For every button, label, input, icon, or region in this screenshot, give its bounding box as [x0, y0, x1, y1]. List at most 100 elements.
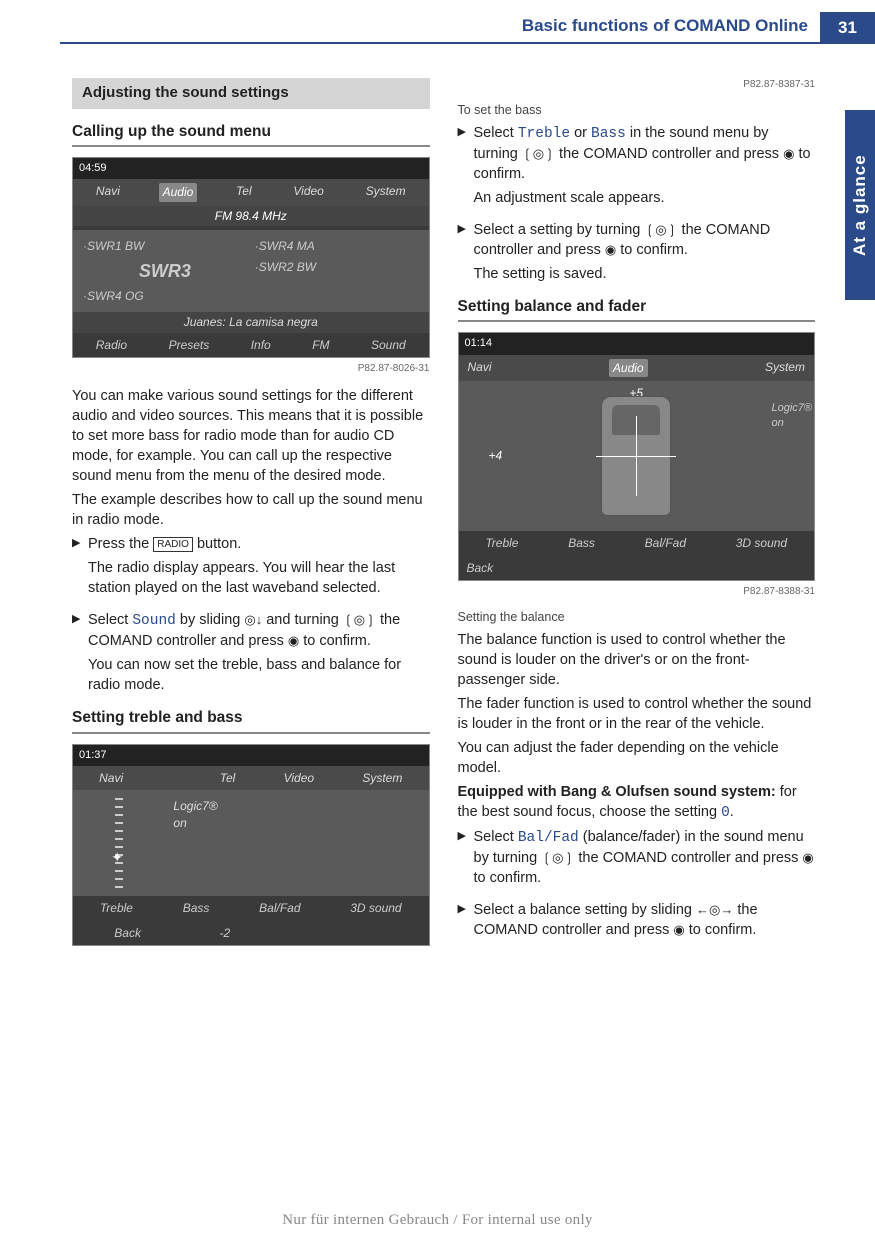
- ss1-time: 04:59: [73, 158, 429, 179]
- step-marker-icon: ▶: [72, 610, 88, 699]
- section-heading: Adjusting the sound settings: [72, 78, 430, 109]
- ss3-b-3d: 3D sound: [736, 535, 787, 552]
- ss1-b-fm: FM: [312, 337, 329, 354]
- para-2: The example describes how to call up the…: [72, 490, 430, 530]
- ss2-right: Logic7® on: [165, 790, 428, 896]
- ss3-menu: Navi Audio System: [459, 355, 815, 382]
- bass-label: Bass: [591, 126, 626, 142]
- para6-bold: Equipped with Bang & Olufsen sound syste…: [458, 784, 776, 800]
- zero-label: 0: [721, 805, 730, 821]
- step-marker-icon: ▶: [458, 900, 474, 944]
- header-title: Basic functions of COMAND Online: [60, 12, 820, 44]
- ss1-st-3: ·SWR2 BW: [251, 257, 423, 286]
- crosshair-icon: [596, 416, 676, 496]
- ss3-on: on: [771, 416, 812, 431]
- car-icon: [601, 396, 671, 516]
- ss1-stations: ·SWR1 BW ·SWR4 MA SWR3 ·SWR2 BW ·SWR4 OG: [79, 236, 423, 306]
- screenshot-radio: 04:59 Navi Audio Tel Video System FM 98.…: [72, 157, 430, 358]
- step-select-treble-bass: ▶ Select Treble or Bass in the sound men…: [458, 123, 816, 212]
- step3-text: Select Treble or Bass in the sound menu …: [474, 123, 816, 184]
- page-number: 31: [820, 12, 875, 44]
- bass-scale-icon: ✦: [115, 798, 123, 888]
- ss2-b-val: -2: [219, 925, 230, 942]
- ss1-st-1: ·SWR1 BW: [79, 236, 251, 257]
- slide-down-icon: ◎↓: [244, 611, 262, 629]
- step-select-balance: ▶ Select a balance setting by sliding ←◎…: [458, 900, 816, 944]
- ss2-bottom1: Treble Bass Bal/Fad 3D sound: [73, 896, 429, 921]
- ss1-bottom: Radio Presets Info FM Sound: [73, 333, 429, 358]
- treble-label: Treble: [518, 126, 570, 142]
- ss3-m-audio: Audio: [609, 359, 648, 378]
- ss1-track: Juanes: La camisa negra: [73, 312, 429, 333]
- step-select-sound: ▶ Select Sound by sliding ◎↓ and turning…: [72, 610, 430, 699]
- ss3-b-back: Back: [467, 560, 494, 577]
- ss1-menu: Navi Audio Tel Video System: [73, 179, 429, 206]
- step-select-setting: ▶ Select a setting by turning ❲◎❳ the CO…: [458, 220, 816, 288]
- main-content: Adjusting the sound settings Calling up …: [72, 78, 815, 1181]
- ss2-m-navi: Navi: [96, 770, 126, 787]
- screenshot-bass: 01:37 Navi Tel Video System ✦ Logic7® on…: [72, 744, 430, 947]
- ss2-bottom2: Back -2: [73, 921, 429, 946]
- press-icon: ◉: [802, 849, 813, 867]
- ss2-b-treble: Treble: [100, 900, 133, 917]
- slide-lr-icon: ←◎→: [696, 901, 733, 919]
- step-marker-icon: ▶: [458, 123, 474, 212]
- turn-icon: ❲◎❳: [644, 221, 677, 239]
- balfad-label: Bal/Fad: [518, 830, 579, 846]
- ss3-ref: P82.87-8388-31: [458, 585, 816, 599]
- step1-result: The radio display appears. You will hear…: [88, 558, 430, 598]
- ss1-b-presets: Presets: [169, 337, 210, 354]
- ss3-bottom2: Back: [459, 556, 815, 581]
- subheading-sound-menu: Calling up the sound menu: [72, 121, 430, 147]
- step5-text: Select Bal/Fad (balance/fader) in the so…: [474, 827, 816, 888]
- press-icon: ◉: [288, 632, 299, 650]
- step-marker-icon: ▶: [458, 827, 474, 892]
- turn-icon: ❲◎❳: [522, 145, 555, 163]
- step-marker-icon: ▶: [458, 220, 474, 288]
- step-select-balfad: ▶ Select Bal/Fad (balance/fader) in the …: [458, 827, 816, 892]
- ss3-m-system: System: [762, 359, 808, 378]
- ss2-b-balfad: Bal/Fad: [259, 900, 300, 917]
- ss1-ref: P82.87-8026-31: [72, 362, 430, 376]
- ss1-menu-audio: Audio: [159, 183, 198, 202]
- step4-text: Select a setting by turning ❲◎❳ the COMA…: [474, 220, 816, 260]
- press-icon: ◉: [605, 241, 616, 259]
- step3-result: An adjustment scale appears.: [474, 188, 816, 208]
- step4-result: The setting is saved.: [474, 264, 816, 284]
- ss2-time: 01:37: [73, 745, 429, 766]
- step1-text: Press the RADIO button.: [88, 534, 430, 554]
- ss3-m-navi: Navi: [465, 359, 495, 378]
- para-6: Equipped with Bang & Olufsen sound syste…: [458, 782, 816, 823]
- step2-text: Select Sound by sliding ◎↓ and turning ❲…: [88, 610, 430, 651]
- radio-button-label: RADIO: [153, 537, 193, 552]
- turn-icon: ❲◎❳: [343, 611, 376, 629]
- ss2-m-blank: [168, 770, 174, 787]
- ss2-m-tel: Tel: [217, 770, 239, 787]
- ss3-b-balfad: Bal/Fad: [645, 535, 686, 552]
- caption-balance: Setting the balance: [458, 609, 816, 626]
- ss1-menu-navi: Navi: [93, 183, 123, 202]
- scale-marker-icon: ✦: [111, 848, 123, 867]
- press-icon: ◉: [783, 145, 794, 163]
- ss2-menu: Navi Tel Video System: [73, 766, 429, 791]
- ss2-b-bass: Bass: [183, 900, 210, 917]
- ss3-b-treble: Treble: [485, 535, 518, 552]
- ss2-b-3d: 3D sound: [350, 900, 401, 917]
- ss3-left-val: +4: [489, 448, 503, 465]
- ss2-m-video: Video: [281, 770, 317, 787]
- ss3-b-bass: Bass: [568, 535, 595, 552]
- screenshot-balance: 01:14 Navi Audio System +5 +4 Logic7® on…: [458, 332, 816, 581]
- ss3-bottom1: Treble Bass Bal/Fad 3D sound: [459, 531, 815, 556]
- turn-icon: ❲◎❳: [541, 849, 574, 867]
- step2-result: You can now set the treble, bass and bal…: [88, 655, 430, 695]
- ss1-st-2: ·SWR4 MA: [251, 236, 423, 257]
- ss1-b-sound: Sound: [371, 337, 406, 354]
- ss1-st-4: ·SWR4 OG: [79, 286, 251, 307]
- ss3-body: +5 +4 Logic7® on: [459, 381, 815, 531]
- ss2-on: on: [173, 815, 420, 832]
- ss1-freq: FM 98.4 MHz: [73, 206, 429, 227]
- step-press-radio: ▶ Press the RADIO button. The radio disp…: [72, 534, 430, 602]
- subheading-treble-bass: Setting treble and bass: [72, 707, 430, 733]
- ss1-menu-tel: Tel: [233, 183, 255, 202]
- ss3-side: Logic7® on: [771, 401, 812, 431]
